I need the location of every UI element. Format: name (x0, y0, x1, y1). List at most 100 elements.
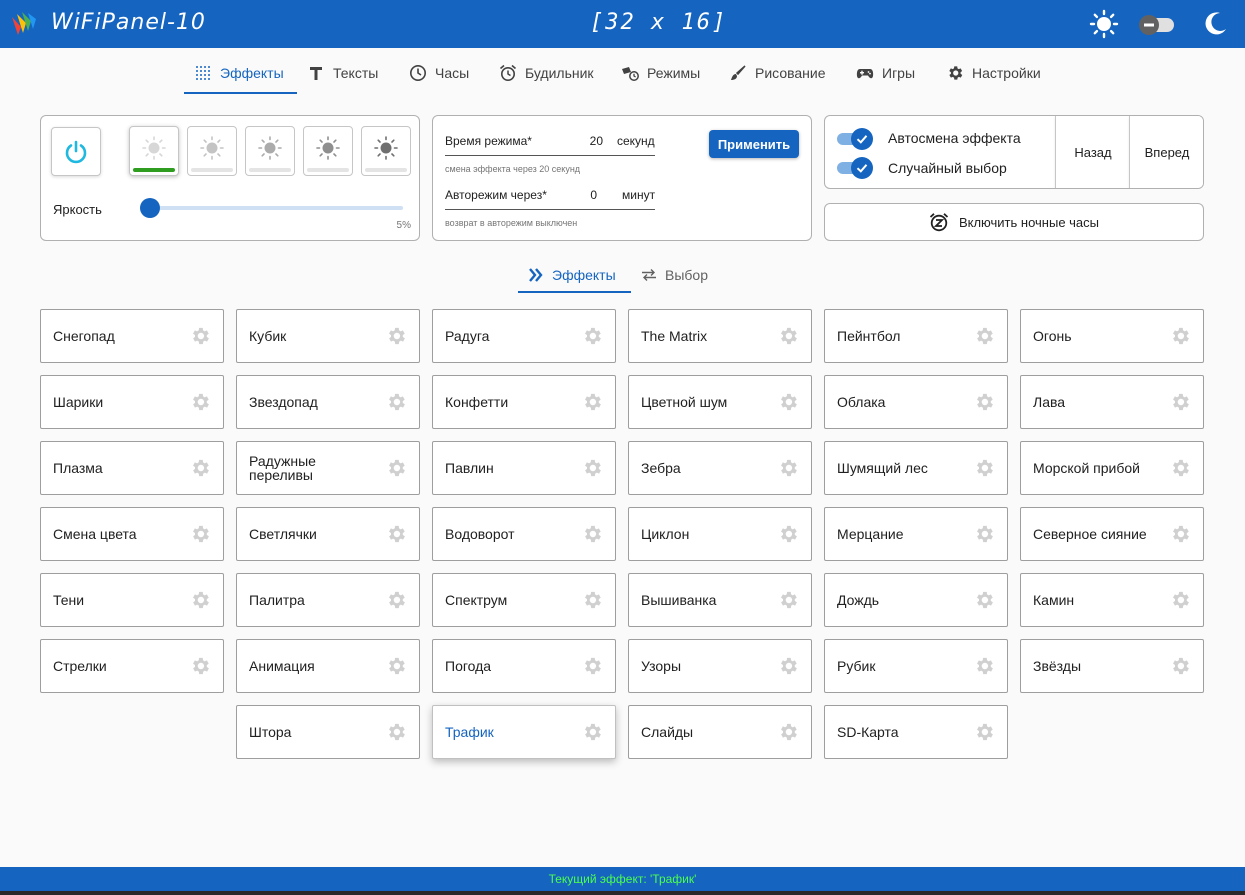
effect-settings-icon[interactable] (1169, 589, 1191, 611)
subtab-select[interactable]: Выбор (641, 256, 708, 293)
effect-button[interactable]: Анимация (236, 639, 420, 693)
effect-button[interactable]: Зебра (628, 441, 812, 495)
effect-settings-icon[interactable] (189, 523, 211, 545)
effect-settings-icon[interactable] (973, 523, 995, 545)
effect-button[interactable]: Тени (40, 573, 224, 627)
brightness-preset-button[interactable] (245, 126, 295, 176)
effect-settings-icon[interactable] (385, 721, 407, 743)
random-toggle[interactable] (837, 157, 873, 179)
effect-button[interactable]: Трафик (432, 705, 616, 759)
toggle-icon[interactable] (1138, 9, 1176, 39)
effect-button[interactable]: Плазма (40, 441, 224, 495)
brightness-icon[interactable] (1089, 9, 1119, 39)
auto-mode-input[interactable]: 0 (567, 188, 597, 202)
effect-button[interactable]: Лава (1020, 375, 1204, 429)
effect-settings-icon[interactable] (385, 391, 407, 413)
tab-settings[interactable]: Настройки (946, 52, 1041, 94)
effect-settings-icon[interactable] (189, 457, 211, 479)
effect-button[interactable]: Кубик (236, 309, 420, 363)
effect-button[interactable]: Рубик (824, 639, 1008, 693)
tab-modes[interactable]: Режимы (621, 52, 700, 94)
brightness-preset-button[interactable] (303, 126, 353, 176)
night-clock-button[interactable]: Включить ночные часы (824, 203, 1204, 241)
effect-button[interactable]: Дождь (824, 573, 1008, 627)
effect-settings-icon[interactable] (581, 655, 603, 677)
effect-settings-icon[interactable] (581, 721, 603, 743)
power-button[interactable] (51, 127, 101, 176)
effect-settings-icon[interactable] (973, 589, 995, 611)
effect-button[interactable]: Морской прибой (1020, 441, 1204, 495)
effect-settings-icon[interactable] (581, 325, 603, 347)
effect-button[interactable]: Светлячки (236, 507, 420, 561)
effect-settings-icon[interactable] (777, 391, 799, 413)
effect-settings-icon[interactable] (189, 391, 211, 413)
effect-settings-icon[interactable] (777, 655, 799, 677)
effect-settings-icon[interactable] (777, 457, 799, 479)
tab-clock[interactable]: Часы (409, 52, 469, 94)
effect-button[interactable]: Камин (1020, 573, 1204, 627)
effect-button[interactable]: Северное сияние (1020, 507, 1204, 561)
effect-settings-icon[interactable] (777, 589, 799, 611)
effect-settings-icon[interactable] (1169, 325, 1191, 347)
effect-button[interactable]: Конфетти (432, 375, 616, 429)
brightness-preset-button[interactable] (187, 126, 237, 176)
effect-button[interactable]: Узоры (628, 639, 812, 693)
effect-settings-icon[interactable] (581, 523, 603, 545)
effect-button[interactable]: Звездопад (236, 375, 420, 429)
effect-button[interactable]: Пейнтбол (824, 309, 1008, 363)
effect-settings-icon[interactable] (973, 655, 995, 677)
subtab-effects[interactable]: Эффекты (518, 256, 631, 293)
tab-games[interactable]: Игры (856, 52, 915, 94)
effect-settings-icon[interactable] (581, 457, 603, 479)
effect-settings-icon[interactable] (777, 523, 799, 545)
effect-settings-icon[interactable] (385, 325, 407, 347)
night-mode-icon[interactable] (1200, 9, 1230, 39)
effect-settings-icon[interactable] (189, 325, 211, 347)
brightness-slider-track[interactable] (147, 206, 403, 210)
effect-settings-icon[interactable] (189, 589, 211, 611)
effect-button[interactable]: Шарики (40, 375, 224, 429)
effect-button[interactable]: Штора (236, 705, 420, 759)
effect-button[interactable]: Погода (432, 639, 616, 693)
effect-button[interactable]: Звёзды (1020, 639, 1204, 693)
effect-button[interactable]: Павлин (432, 441, 616, 495)
brightness-preset-button[interactable] (361, 126, 411, 176)
effect-settings-icon[interactable] (973, 457, 995, 479)
effect-settings-icon[interactable] (385, 523, 407, 545)
effect-button[interactable]: Радужные переливы (236, 441, 420, 495)
auto-change-toggle[interactable] (837, 128, 873, 150)
apply-button[interactable]: Применить (709, 130, 799, 158)
effect-button[interactable]: Огонь (1020, 309, 1204, 363)
effect-settings-icon[interactable] (1169, 457, 1191, 479)
effect-settings-icon[interactable] (1169, 391, 1191, 413)
effect-button[interactable]: Вышиванка (628, 573, 812, 627)
effect-settings-icon[interactable] (1169, 523, 1191, 545)
forward-button[interactable]: Вперед (1129, 116, 1203, 188)
effect-settings-icon[interactable] (973, 721, 995, 743)
mode-time-input[interactable]: 20 (573, 134, 603, 148)
effect-settings-icon[interactable] (973, 391, 995, 413)
effect-button[interactable]: Стрелки (40, 639, 224, 693)
effect-settings-icon[interactable] (385, 655, 407, 677)
effect-button[interactable]: The Matrix (628, 309, 812, 363)
effect-button[interactable]: Палитра (236, 573, 420, 627)
back-button[interactable]: Назад (1055, 116, 1130, 188)
brightness-slider-thumb[interactable] (139, 198, 160, 218)
effect-settings-icon[interactable] (581, 391, 603, 413)
effect-settings-icon[interactable] (777, 325, 799, 347)
effect-settings-icon[interactable] (973, 325, 995, 347)
effect-settings-icon[interactable] (189, 655, 211, 677)
tab-texts[interactable]: Тексты (307, 52, 378, 94)
effect-button[interactable]: Мерцание (824, 507, 1008, 561)
effect-settings-icon[interactable] (385, 589, 407, 611)
effect-settings-icon[interactable] (777, 721, 799, 743)
effect-button[interactable]: Спектрум (432, 573, 616, 627)
effect-button[interactable]: Смена цвета (40, 507, 224, 561)
effect-button[interactable]: Слайды (628, 705, 812, 759)
effect-button[interactable]: Цветной шум (628, 375, 812, 429)
effect-button[interactable]: Облака (824, 375, 1008, 429)
tab-drawing[interactable]: Рисование (729, 52, 826, 94)
effect-settings-icon[interactable] (385, 457, 407, 479)
brightness-preset-button[interactable] (129, 126, 179, 176)
effect-button[interactable]: SD-Карта (824, 705, 1008, 759)
